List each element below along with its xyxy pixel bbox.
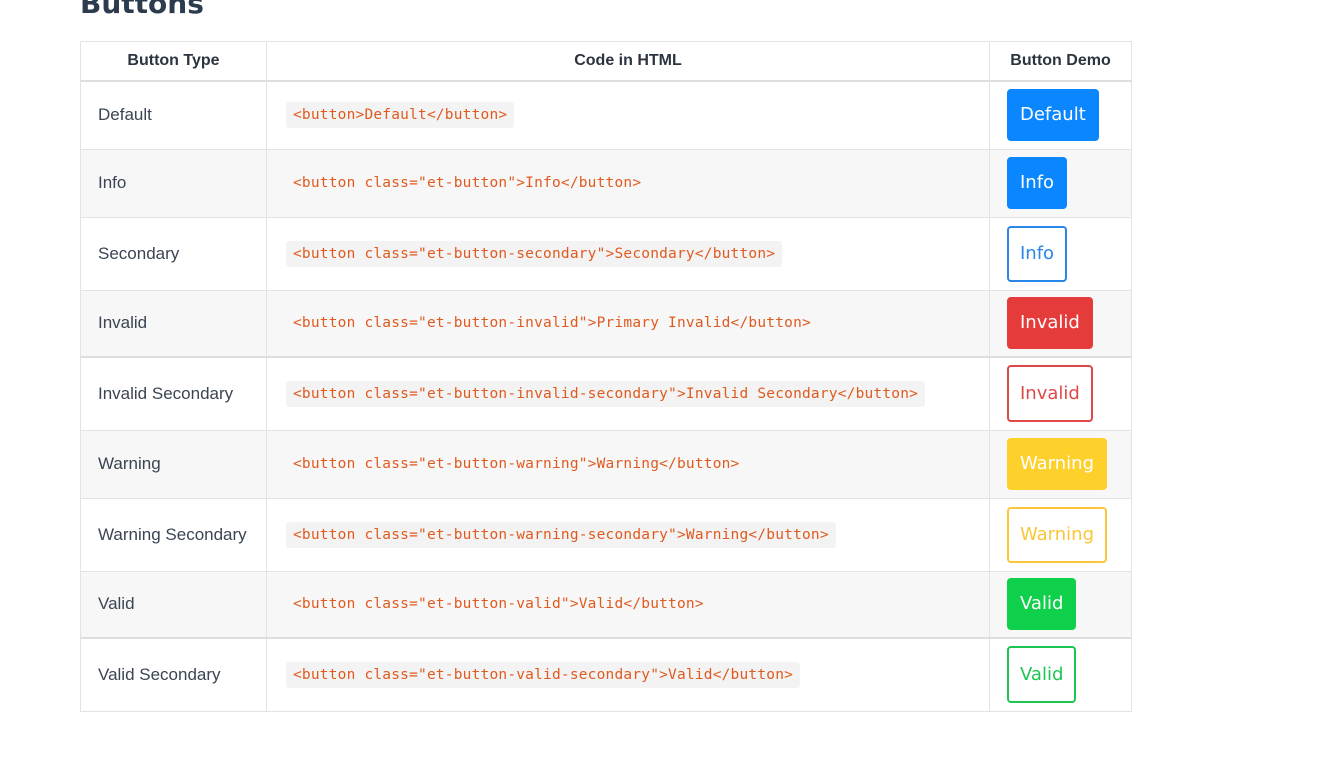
button-type-cell: Invalid (80, 289, 267, 358)
button-type-cell: Default (80, 80, 267, 150)
code-cell: <button class="et-button">Info</button> (266, 148, 990, 218)
buttons-table: Button Type Code in HTML Button Demo Def… (80, 41, 1132, 712)
button-type-cell: Valid Secondary (80, 637, 267, 712)
valid-secondary-demo-button[interactable]: Valid (1007, 646, 1077, 704)
warning-demo-button[interactable]: Warning (1007, 438, 1108, 490)
secondary-demo-button[interactable]: Info (1007, 225, 1068, 282)
info-demo-button[interactable]: Info (1007, 157, 1068, 209)
demo-cell: Info (989, 216, 1132, 291)
table-row: Valid Secondary <button class="et-button… (80, 637, 1132, 712)
button-type-cell: Valid (80, 570, 267, 639)
column-header-code-in-html: Code in HTML (266, 41, 990, 82)
default-demo-button[interactable]: Default (1007, 89, 1099, 142)
invalid-secondary-demo-button[interactable]: Invalid (1007, 365, 1093, 423)
code-cell: <button class="et-button-warning">Warnin… (266, 429, 990, 499)
table-row: Warning <button class="et-button-warning… (80, 429, 1132, 499)
button-type-cell: Warning (80, 429, 267, 499)
code-cell: <button class="et-button-secondary">Seco… (266, 216, 990, 291)
code-cell: <button class="et-button-warning-seconda… (266, 497, 990, 572)
code-snippet: <button class="et-button-invalid-seconda… (286, 380, 926, 407)
code-snippet: <button class="et-button">Info</button> (293, 175, 642, 191)
button-type-cell: Secondary (80, 216, 267, 291)
button-type-cell: Warning Secondary (80, 497, 267, 572)
invalid-demo-button[interactable]: Invalid (1007, 297, 1093, 350)
valid-demo-button[interactable]: Valid (1007, 578, 1077, 631)
demo-cell: Info (989, 148, 1132, 218)
table-row: Default <button>Default</button> Default (80, 80, 1132, 150)
table-row: Info <button class="et-button">Info</but… (80, 148, 1132, 218)
demo-cell: Valid (989, 570, 1132, 639)
demo-cell: Default (989, 80, 1132, 150)
warning-secondary-demo-button[interactable]: Warning (1007, 506, 1108, 563)
code-cell: <button class="et-button-invalid-seconda… (266, 356, 990, 431)
table-row: Invalid <button class="et-button-invalid… (80, 289, 1132, 358)
code-snippet: <button class="et-button-secondary">Seco… (286, 240, 783, 267)
code-snippet: <button class="et-button-warning">Warnin… (293, 456, 740, 472)
table-row: Valid <button class="et-button-valid">Va… (80, 570, 1132, 639)
code-cell: <button class="et-button-valid">Valid</b… (266, 570, 990, 639)
code-snippet: <button class="et-button-invalid">Primar… (293, 315, 811, 332)
column-header-button-demo: Button Demo (989, 41, 1132, 82)
code-snippet: <button class="et-button-warning-seconda… (286, 521, 836, 548)
code-cell: <button class="et-button-invalid">Primar… (266, 289, 990, 358)
code-cell: <button class="et-button-valid-secondary… (266, 637, 990, 712)
table-row: Warning Secondary <button class="et-butt… (80, 497, 1132, 572)
demo-cell: Warning (989, 497, 1132, 572)
code-snippet: <button>Default</button> (286, 102, 515, 129)
page-title: Buttons (80, 0, 204, 20)
code-snippet: <button class="et-button-valid">Valid</b… (293, 596, 704, 613)
demo-cell: Warning (989, 429, 1132, 499)
column-header-button-type: Button Type (80, 41, 267, 82)
demo-cell: Valid (989, 637, 1132, 712)
table-header-row: Button Type Code in HTML Button Demo (80, 41, 1132, 82)
button-type-cell: Info (80, 148, 267, 218)
code-snippet: <button class="et-button-valid-secondary… (286, 661, 801, 688)
demo-cell: Invalid (989, 289, 1132, 358)
demo-cell: Invalid (989, 356, 1132, 431)
button-type-cell: Invalid Secondary (80, 356, 267, 431)
table-row: Secondary <button class="et-button-secon… (80, 216, 1132, 291)
table-row: Invalid Secondary <button class="et-butt… (80, 356, 1132, 431)
code-cell: <button>Default</button> (266, 80, 990, 150)
